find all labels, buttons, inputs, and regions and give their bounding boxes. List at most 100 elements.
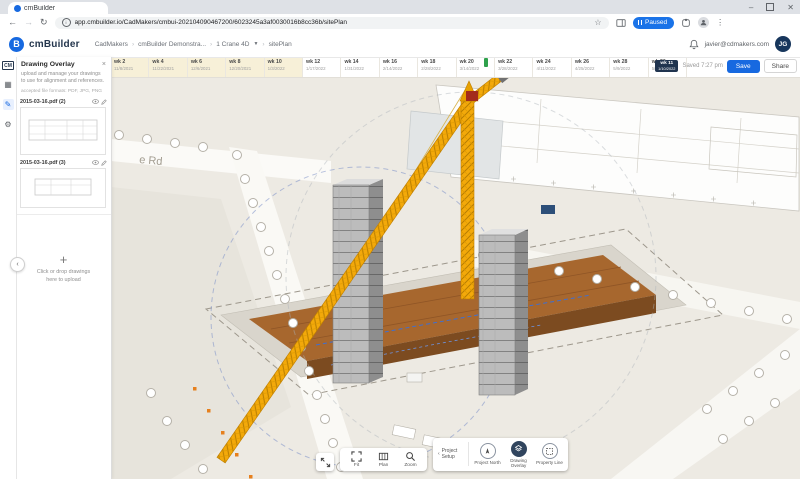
project-setup-label[interactable]: ‹ Project Setup bbox=[436, 448, 465, 460]
edit-pencil-icon[interactable] bbox=[101, 98, 107, 105]
pause-icon bbox=[637, 20, 643, 25]
breadcrumb-scenario[interactable]: 1 Crane 4D bbox=[216, 41, 249, 48]
tree-icon bbox=[554, 266, 564, 276]
visibility-eye-icon[interactable] bbox=[92, 160, 99, 165]
traffic-marker-icon bbox=[221, 431, 225, 435]
tree-icon bbox=[630, 282, 640, 292]
browser-menu-icon[interactable]: ⋮ bbox=[716, 18, 724, 27]
upload-dropzone[interactable]: + Click or drop drawings here to upload bbox=[16, 215, 111, 323]
tree-icon bbox=[718, 434, 728, 444]
breadcrumb-project[interactable]: cmBuilder Demonstra... bbox=[138, 41, 206, 48]
timeline-week-cell[interactable]: wk 6 12/6/2021 bbox=[187, 57, 227, 77]
url-bar[interactable]: i app.cmbuilder.io/CadMakers/cmbui-20210… bbox=[54, 16, 609, 29]
tree-icon bbox=[146, 388, 156, 398]
apps-grid-icon[interactable]: ▦ bbox=[3, 79, 14, 90]
close-window-button[interactable]: ✕ bbox=[787, 3, 794, 12]
drawing-thumbnail[interactable] bbox=[20, 167, 106, 208]
week-date: 3/14/2022 bbox=[459, 66, 480, 71]
forward-icon[interactable]: → bbox=[24, 18, 33, 27]
breadcrumb-org[interactable]: CadMakers bbox=[95, 41, 128, 48]
current-week-chip[interactable]: wk 11 1/10/2022 bbox=[655, 60, 679, 72]
week-label: wk 24 bbox=[536, 59, 551, 65]
user-email: javier@cdmakers.com bbox=[704, 40, 769, 48]
week-date: 2/28/2022 bbox=[421, 66, 441, 71]
cmbuilder-logo-icon[interactable]: B bbox=[9, 36, 24, 52]
tree-icon bbox=[288, 318, 298, 328]
timeline-week-cell[interactable]: wk 10 1/3/2022 bbox=[264, 57, 304, 77]
tree-icon bbox=[264, 246, 274, 256]
breadcrumb-page[interactable]: sitePlan bbox=[269, 41, 292, 48]
tree-icon bbox=[280, 294, 290, 304]
timeline-week-cell[interactable]: wk 20 3/14/2022 bbox=[457, 57, 496, 77]
week-date: 4/11/2022 bbox=[536, 66, 556, 71]
settings-gear-icon[interactable]: ⚙ bbox=[3, 119, 14, 130]
maximize-button[interactable] bbox=[766, 3, 775, 11]
browser-profile-avatar[interactable] bbox=[698, 17, 710, 28]
tree-icon bbox=[142, 134, 152, 144]
drawing-overlay-tool-icon[interactable]: ✎ bbox=[2, 99, 14, 110]
side-panel-icon[interactable] bbox=[615, 18, 626, 28]
week-date: 3/28/2022 bbox=[498, 66, 518, 71]
zoom-button[interactable]: Zoom bbox=[397, 450, 424, 469]
panel-formats: accepted file formats: PDF, JPG, PNG bbox=[21, 88, 103, 94]
timeline-week-cell[interactable]: wk 26 4/25/2022 bbox=[572, 57, 611, 77]
sync-paused-pill[interactable]: Paused bbox=[632, 16, 675, 29]
tree-icon bbox=[180, 440, 190, 450]
timeline-week-cell[interactable]: wk 16 2/14/2022 bbox=[380, 57, 419, 77]
bookmark-star-icon[interactable]: ☆ bbox=[594, 18, 601, 27]
timeline-week-cell[interactable]: wk 2 11/8/2021 bbox=[111, 57, 150, 77]
tree-icon bbox=[170, 138, 180, 148]
chevron-down-icon[interactable]: ▼ bbox=[253, 41, 258, 47]
timeline-week-cell[interactable]: wk 8 12/20/2021 bbox=[226, 57, 265, 77]
week-date: 2/14/2022 bbox=[382, 66, 403, 71]
week-date: 12/6/2021 bbox=[190, 66, 211, 71]
timeline-week-cell[interactable]: wk 28 5/9/2022 bbox=[610, 57, 649, 77]
minimize-button[interactable]: – bbox=[749, 3, 753, 12]
tree-icon bbox=[248, 198, 258, 208]
fit-button[interactable]: Fit bbox=[343, 450, 370, 469]
site-info-icon[interactable]: i bbox=[61, 18, 71, 27]
save-button[interactable]: Save bbox=[726, 59, 760, 73]
timeline-week-cell[interactable]: wk 22 3/28/2022 bbox=[495, 57, 534, 77]
stair-core-marker bbox=[541, 205, 555, 214]
timeline-green-marker[interactable] bbox=[484, 58, 488, 67]
traffic-marker-icon bbox=[207, 409, 211, 413]
extensions-icon[interactable] bbox=[681, 18, 691, 28]
tree-icon bbox=[272, 270, 282, 280]
drawing-thumbnail[interactable] bbox=[20, 106, 106, 155]
timeline-week-cell[interactable]: wk 12 1/17/2022 bbox=[303, 57, 342, 77]
favicon bbox=[14, 4, 21, 12]
cm-badge: CM bbox=[2, 61, 14, 70]
notifications-bell-icon[interactable] bbox=[689, 39, 699, 50]
week-date: 1/17/2022 bbox=[306, 66, 326, 71]
drawing-file-item[interactable]: 2015-03-16.pdf (2) bbox=[16, 97, 111, 158]
timeline-week-cell[interactable]: wk 24 4/11/2022 bbox=[533, 57, 572, 77]
panel-collapse-handle[interactable]: ‹ bbox=[10, 257, 25, 272]
timeline-week-cell[interactable]: wk 4 11/22/2021 bbox=[149, 57, 188, 77]
drawing-file-item[interactable]: 2015-03-16.pdf (3) bbox=[16, 158, 111, 211]
edit-pencil-icon[interactable] bbox=[101, 159, 107, 166]
timeline-week-cell[interactable]: wk 18 2/28/2022 bbox=[418, 57, 457, 77]
property-line-button[interactable]: Property Line bbox=[534, 442, 565, 466]
layers-icon bbox=[510, 440, 527, 457]
browser-tab[interactable]: cmBuilder bbox=[8, 2, 108, 14]
file-name: 2015-03-16.pdf (3) bbox=[20, 159, 66, 166]
week-label: wk 22 bbox=[498, 59, 513, 65]
tower-right[interactable] bbox=[478, 229, 528, 396]
close-panel-icon[interactable]: × bbox=[102, 61, 106, 68]
crane-mast bbox=[460, 100, 475, 300]
app-logo-text[interactable]: cmBuilder bbox=[29, 39, 80, 50]
project-north-button[interactable]: Project North bbox=[472, 442, 503, 466]
drawing-overlay-button[interactable]: Drawing Overlay bbox=[503, 440, 534, 469]
timeline-week-cell[interactable]: wk 14 1/31/2022 bbox=[341, 57, 380, 77]
plan-button[interactable]: Plan bbox=[370, 450, 397, 469]
share-button[interactable]: Share bbox=[763, 59, 797, 73]
back-icon[interactable]: ← bbox=[8, 18, 17, 27]
collapse-toolbar-button[interactable] bbox=[316, 453, 334, 471]
site-plan-canvas[interactable]: e Rd bbox=[111, 77, 800, 479]
tree-icon bbox=[668, 290, 678, 300]
visibility-eye-icon[interactable] bbox=[92, 99, 99, 104]
reload-icon[interactable]: ↻ bbox=[40, 18, 48, 27]
week-label: wk 26 bbox=[574, 59, 590, 65]
user-avatar[interactable]: JG bbox=[775, 36, 791, 52]
